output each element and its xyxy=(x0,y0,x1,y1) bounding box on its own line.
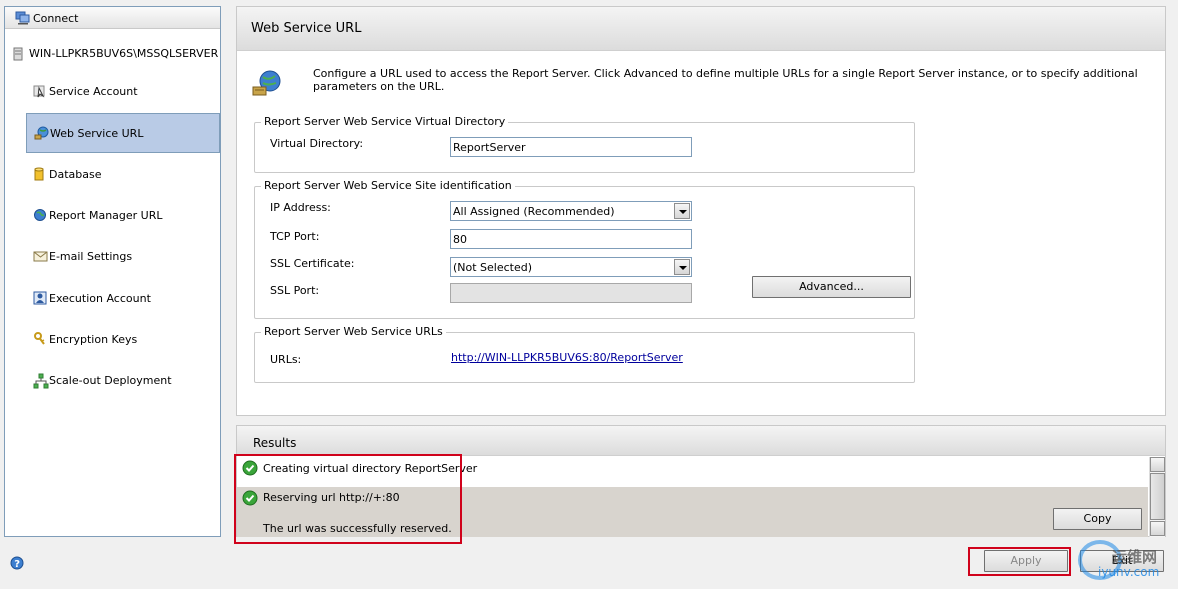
report-server-url-link[interactable]: http://WIN-LLPKR5BUV6S:80/ReportServer xyxy=(451,351,683,364)
ssl-certificate-value: (Not Selected) xyxy=(453,261,533,274)
ssl-port-label: SSL Port: xyxy=(270,284,320,297)
globe-icon xyxy=(33,208,47,225)
network-icon xyxy=(33,373,49,392)
sidebar-item-label: Web Service URL xyxy=(50,127,144,140)
sidebar-item-label: Scale-out Deployment xyxy=(49,374,172,387)
connect-button[interactable]: Connect xyxy=(5,7,220,29)
sidebar-item-report-manager-url[interactable]: Report Manager URL xyxy=(26,196,220,236)
sidebar-item-label: Database xyxy=(49,168,102,181)
ip-address-label: IP Address: xyxy=(270,201,331,214)
scroll-thumb[interactable] xyxy=(1150,473,1165,520)
execution-account-icon xyxy=(33,291,47,308)
group-title: Report Server Web Service Virtual Direct… xyxy=(261,115,509,128)
results-title: Results xyxy=(253,436,297,450)
chevron-down-icon[interactable] xyxy=(674,259,690,275)
page-description: Configure a URL used to access the Repor… xyxy=(313,67,1138,93)
sidebar-item-email-settings[interactable]: E-mail Settings xyxy=(26,237,220,277)
web-service-globe-icon xyxy=(251,69,283,100)
group-title: Report Server Web Service Site identific… xyxy=(261,179,515,192)
advanced-button[interactable]: Advanced... xyxy=(752,276,911,298)
virtual-directory-label: Virtual Directory: xyxy=(270,137,364,150)
sidebar-item-label: Report Manager URL xyxy=(49,209,163,222)
tcp-port-label: TCP Port: xyxy=(270,230,320,243)
sidebar-item-scale-out-deployment[interactable]: Scale-out Deployment xyxy=(26,361,220,401)
group-title: Report Server Web Service URLs xyxy=(261,325,446,338)
scroll-down-icon[interactable] xyxy=(1150,521,1165,536)
sidebar-item-label: Encryption Keys xyxy=(49,333,138,346)
server-name: WIN-LLPKR5BUV6S\MSSQLSERVER xyxy=(29,47,219,60)
web-service-url-panel: Web Service URL Configure a URL used to … xyxy=(236,6,1166,416)
web-service-urls-group: Report Server Web Service URLs URLs: htt… xyxy=(254,325,915,383)
help-icon[interactable]: ? xyxy=(10,556,24,573)
navigation-pane: Connect WIN-LLPKR5BUV6S\MSSQLSERVER Serv… xyxy=(4,6,221,537)
tcp-port-input[interactable]: 80 xyxy=(450,229,692,249)
sidebar-item-database[interactable]: Database xyxy=(26,155,220,195)
chevron-down-icon[interactable] xyxy=(674,203,690,219)
results-scrollbar[interactable] xyxy=(1149,457,1165,537)
service-account-icon xyxy=(33,84,47,101)
sidebar-item-encryption-keys[interactable]: Encryption Keys xyxy=(26,320,220,360)
sidebar-item-label: E-mail Settings xyxy=(49,250,133,263)
urls-label: URLs: xyxy=(270,353,302,366)
scroll-up-icon[interactable] xyxy=(1150,457,1165,472)
connect-label: Connect xyxy=(33,12,79,25)
site-identification-group: Report Server Web Service Site identific… xyxy=(254,179,915,319)
sidebar-item-execution-account[interactable]: Execution Account xyxy=(26,279,220,319)
watermark-url: iyunv.com xyxy=(1098,565,1160,579)
ssl-port-input[interactable] xyxy=(450,283,692,303)
page-title: Web Service URL xyxy=(251,21,362,36)
sidebar-item-label: Execution Account xyxy=(49,292,151,305)
results-highlight-box xyxy=(234,454,462,544)
connect-icon xyxy=(15,11,31,28)
email-icon xyxy=(33,249,49,266)
panel-header: Web Service URL xyxy=(237,7,1165,51)
svg-text:?: ? xyxy=(14,559,20,570)
ip-address-dropdown[interactable]: All Assigned (Recommended) xyxy=(450,201,692,221)
results-header: Results xyxy=(237,426,1165,456)
ssl-certificate-dropdown[interactable]: (Not Selected) xyxy=(450,257,692,277)
sidebar-item-web-service-url[interactable]: Web Service URL xyxy=(26,113,220,153)
server-icon xyxy=(13,47,23,64)
virtual-directory-input[interactable]: ReportServer xyxy=(450,137,692,157)
sidebar-item-service-account[interactable]: Service Account xyxy=(26,72,220,112)
copy-button[interactable]: Copy xyxy=(1053,508,1142,530)
watermark-text: 运维网 xyxy=(1112,548,1158,566)
virtual-directory-group: Report Server Web Service Virtual Direct… xyxy=(254,115,915,173)
web-service-globe-icon xyxy=(34,126,50,143)
ip-address-value: All Assigned (Recommended) xyxy=(453,205,615,218)
sidebar-item-label: Service Account xyxy=(49,85,138,98)
apply-highlight-box xyxy=(968,547,1071,576)
ssl-certificate-label: SSL Certificate: xyxy=(270,257,355,270)
keys-icon xyxy=(33,332,47,349)
database-icon xyxy=(33,167,45,184)
